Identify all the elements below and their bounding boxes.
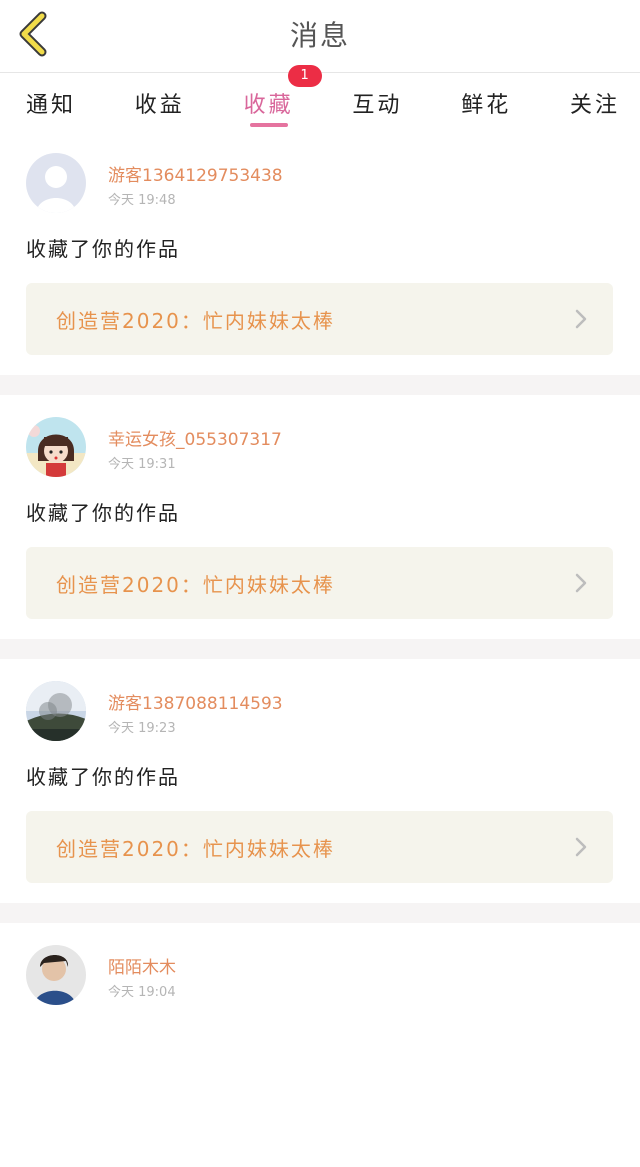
avatar[interactable] xyxy=(26,417,86,477)
landscape-avatar-icon xyxy=(26,681,86,741)
tab-notifications[interactable]: 通知 xyxy=(26,73,76,131)
chevron-right-icon xyxy=(575,573,587,593)
action-text: 收藏了你的作品 xyxy=(26,501,180,525)
divider xyxy=(0,903,640,923)
user-name[interactable]: 陌陌木木 xyxy=(108,953,176,978)
work-title: 创造营2020：忙内妹妹太棒 xyxy=(56,837,335,861)
work-title: 创造营2020：忙内妹妹太棒 xyxy=(56,573,335,597)
tab-label: 鲜花 xyxy=(461,93,512,118)
tab-following[interactable]: 关注 xyxy=(570,73,620,131)
unread-badge: 1 xyxy=(287,65,322,87)
timestamp: 今天 19:04 xyxy=(108,985,176,1000)
timestamp: 今天 19:48 xyxy=(108,193,176,208)
active-tab-indicator xyxy=(249,123,288,127)
tab-flowers[interactable]: 鲜花 xyxy=(461,73,511,131)
divider xyxy=(0,375,640,395)
girl-avatar-icon xyxy=(26,417,86,477)
message-item: 游客1387088114593 今天 19:23 收藏了你的作品 创造营2020… xyxy=(0,659,640,903)
default-avatar-icon xyxy=(26,153,86,213)
person-avatar-icon xyxy=(26,945,86,1005)
message-list: 游客1364129753438 今天 19:48 收藏了你的作品 创造营2020… xyxy=(0,131,640,1167)
tab-label: 关注 xyxy=(569,93,620,118)
message-item: 陌陌木木 今天 19:04 xyxy=(0,923,640,1167)
timestamp: 今天 19:31 xyxy=(108,457,176,472)
avatar[interactable] xyxy=(26,681,86,741)
timestamp: 今天 19:23 xyxy=(108,721,176,736)
header: 消息 xyxy=(0,0,640,73)
user-name[interactable]: 游客1387088114593 xyxy=(108,689,283,714)
tab-label: 通知 xyxy=(26,93,77,118)
tab-label: 收益 xyxy=(134,93,185,118)
page-title: 消息 xyxy=(289,19,350,52)
chevron-right-icon xyxy=(575,309,587,329)
chevron-right-icon xyxy=(575,837,587,857)
tab-earnings[interactable]: 收益 xyxy=(135,73,185,131)
user-name[interactable]: 幸运女孩_055307317 xyxy=(108,425,282,450)
work-card[interactable]: 创造营2020：忙内妹妹太棒 xyxy=(26,283,613,355)
tab-favorites[interactable]: 收藏 1 xyxy=(243,65,322,131)
tab-interactions[interactable]: 互动 xyxy=(352,73,402,131)
work-card[interactable]: 创造营2020：忙内妹妹太棒 xyxy=(26,547,613,619)
user-name[interactable]: 游客1364129753438 xyxy=(108,161,283,186)
avatar[interactable] xyxy=(26,153,86,213)
action-text: 收藏了你的作品 xyxy=(26,237,180,261)
divider xyxy=(0,639,640,659)
message-item: 幸运女孩_055307317 今天 19:31 收藏了你的作品 创造营2020：… xyxy=(0,395,640,639)
avatar[interactable] xyxy=(26,945,86,1005)
action-text: 收藏了你的作品 xyxy=(26,765,180,789)
tab-label: 互动 xyxy=(352,93,403,118)
work-title: 创造营2020：忙内妹妹太棒 xyxy=(56,309,335,333)
tab-bar: 通知 收益 收藏 1 互动 鲜花 关注 xyxy=(0,65,640,131)
tab-label: 收藏 xyxy=(243,93,294,118)
message-item: 游客1364129753438 今天 19:48 收藏了你的作品 创造营2020… xyxy=(0,131,640,375)
work-card[interactable]: 创造营2020：忙内妹妹太棒 xyxy=(26,811,613,883)
